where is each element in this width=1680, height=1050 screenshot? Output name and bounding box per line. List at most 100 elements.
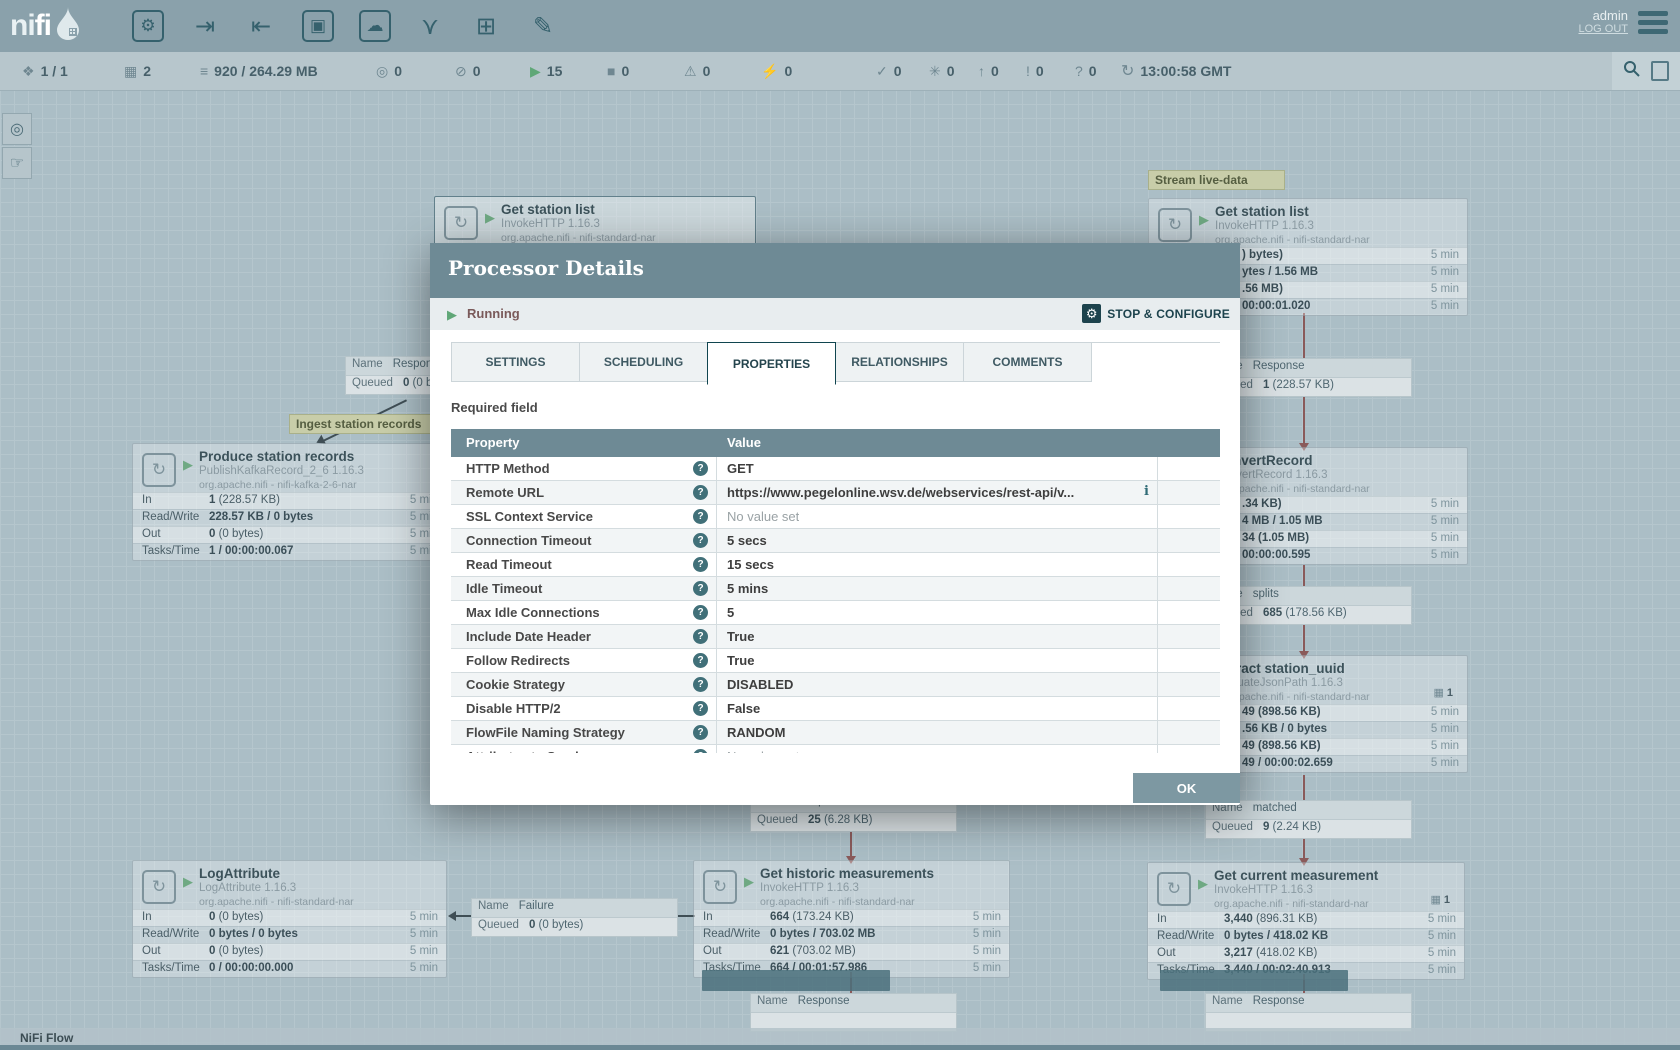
label-stream-live-data[interactable]: Stream live-data [1148, 170, 1285, 190]
status-active-threads: ▦2 [124, 52, 151, 90]
tool-template-icon[interactable]: ⊞ [468, 8, 504, 44]
property-help-icon[interactable]: ? [693, 461, 708, 476]
property-value-cell[interactable]: RANDOM [717, 721, 1158, 744]
logout-link[interactable]: LOG OUT [1578, 23, 1628, 35]
refresh-status[interactable]: ↻ 13:00:58 GMT [1121, 52, 1231, 90]
property-extra-cell [1158, 721, 1220, 744]
transmitting-count: 0 [394, 63, 402, 79]
property-extra-cell [1158, 601, 1220, 624]
global-menu-button[interactable] [1638, 11, 1668, 38]
property-help-icon[interactable]: ? [693, 629, 708, 644]
property-value-cell[interactable]: 5 secs [717, 529, 1158, 552]
breadcrumb-root[interactable]: NiFi Flow [20, 1031, 73, 1045]
status-queued: ≡920 / 264.29 MB [200, 52, 318, 90]
tool-processor-icon[interactable]: ⚙ [130, 8, 166, 44]
processor-type: InvokeHTTP 1.16.3 [760, 882, 859, 894]
stop-and-configure-button[interactable]: ⚙ STOP & CONFIGURE [1082, 304, 1230, 323]
processor-produce-station-records[interactable]: ↻▶Produce station recordsPublishKafkaRec… [132, 443, 447, 561]
processor-stat-row: Read/Write0 bytes / 418.02 KB 5 min [1148, 928, 1464, 945]
property-value-cell[interactable]: DISABLED [717, 673, 1158, 696]
processor-stat-row: In3,440 (896.31 KB)5 min [1148, 911, 1464, 928]
property-help-icon[interactable]: ? [693, 605, 708, 620]
stopped-count: 0 [621, 63, 629, 79]
up-to-date-count: 0 [894, 63, 902, 79]
tab-relationships[interactable]: RELATIONSHIPS [835, 342, 964, 382]
ok-button[interactable]: OK [1133, 773, 1240, 803]
property-extra-cell [1158, 553, 1220, 576]
property-help-icon[interactable]: ? [693, 653, 708, 668]
property-value-cell[interactable]: No value set [717, 745, 1158, 753]
property-column-header: Property [451, 429, 717, 457]
properties-table-header: Property Value [451, 429, 1220, 457]
processor-type: InvokeHTTP 1.16.3 [1214, 884, 1313, 896]
processor-get-current-measurement[interactable]: ↻▶Get current measurementInvokeHTTP 1.16… [1147, 862, 1465, 980]
tool-remote-process-group-icon[interactable]: ☁ [357, 8, 393, 44]
tool-funnel-icon[interactable]: ⋎ [412, 8, 448, 44]
processor-type: LogAttribute 1.16.3 [199, 882, 296, 894]
property-value-cell[interactable]: True [717, 649, 1158, 672]
status-up-to-date: ✓0 [876, 52, 902, 90]
tab-comments[interactable]: COMMENTS [963, 342, 1092, 382]
property-value-cell[interactable]: No value set [717, 505, 1158, 528]
processor-stat-row: Tasks/Time0 / 00:00:00.000 5 min [133, 960, 446, 977]
search-icon[interactable] [1623, 60, 1640, 82]
processor-get-historic-measurements[interactable]: ↻▶Get historic measurementsInvokeHTTP 1.… [693, 860, 1010, 978]
locally-modified-stale-icon: ! [1026, 63, 1030, 79]
property-help-icon[interactable]: ? [693, 701, 708, 716]
processor-log-attribute[interactable]: ↻▶LogAttributeLogAttribute 1.16.3org.apa… [132, 860, 447, 978]
up-to-date-icon: ✓ [876, 63, 888, 80]
navigate-palette-toggle[interactable]: ◎ [2, 113, 32, 145]
tool-process-group-icon[interactable]: ▣ [300, 8, 336, 44]
property-help-icon[interactable]: ? [693, 485, 708, 500]
property-extra-cell [1158, 577, 1220, 600]
queue-count-row: Queued9 (2.24 KB) [1206, 819, 1411, 838]
property-extra-cell [1158, 481, 1220, 504]
stale-icon: ↑ [978, 63, 985, 79]
property-extra-cell [1158, 673, 1220, 696]
property-value-cell[interactable]: False [717, 697, 1158, 720]
operate-palette-toggle[interactable]: ☞ [2, 147, 32, 179]
tab-properties[interactable]: PROPERTIES [707, 342, 836, 385]
info-icon[interactable]: i [1144, 484, 1149, 499]
status-invalid: ⚠0 [684, 52, 710, 90]
property-row: Remote URL?https://www.pegelonline.wsv.d… [451, 481, 1220, 505]
not-transmitting-count: 0 [473, 63, 481, 79]
tool-output-port-icon[interactable]: ⇤ [243, 8, 279, 44]
processor-stats: In0 (0 bytes)5 minRead/Write0 bytes / 0 … [133, 909, 446, 977]
tool-input-port-icon[interactable]: ⇥ [187, 8, 223, 44]
property-help-icon[interactable]: ? [693, 749, 708, 753]
q-response-bottom-right[interactable]: NameResponse [1205, 993, 1412, 1032]
required-field-note: Required field [451, 400, 538, 415]
bulletin-panel-icon[interactable] [1651, 61, 1669, 81]
property-value-cell[interactable]: 5 [717, 601, 1158, 624]
q-failure[interactable]: NameFailureQueued0 (0 bytes) [471, 898, 678, 937]
property-help-icon[interactable]: ? [693, 581, 708, 596]
tool-label-icon[interactable]: ✎ [525, 8, 561, 44]
refresh-icon[interactable]: ↻ [1121, 61, 1134, 81]
queue-count-row: Queued0 (0 bytes) [472, 917, 677, 936]
tab-scheduling[interactable]: SCHEDULING [579, 342, 708, 382]
property-help-icon[interactable]: ? [693, 725, 708, 740]
queued-count: 920 / 264.29 MB [214, 63, 318, 79]
property-help-icon[interactable]: ? [693, 557, 708, 572]
property-value-cell[interactable]: GET [717, 457, 1158, 480]
property-value-cell[interactable]: 5 mins [717, 577, 1158, 600]
property-extra-cell [1158, 529, 1220, 552]
tab-settings[interactable]: SETTINGS [451, 342, 580, 382]
sync-failure-icon: ? [1075, 63, 1083, 79]
status-stale: ↑0 [978, 52, 999, 90]
q-response-bottom-center[interactable]: NameResponse [750, 993, 957, 1032]
property-value-cell[interactable]: True [717, 625, 1158, 648]
property-value-cell[interactable]: 15 secs [717, 553, 1158, 576]
property-help-icon[interactable]: ? [693, 677, 708, 692]
processor-stat-row: Out0 (0 bytes)5 min [133, 943, 446, 960]
property-value-cell[interactable]: https://www.pegelonline.wsv.de/webservic… [717, 481, 1158, 504]
properties-table: Property Value HTTP Method?GETRemote URL… [451, 429, 1220, 753]
property-help-icon[interactable]: ? [693, 509, 708, 524]
selected-connection-bar [702, 970, 890, 991]
property-help-icon[interactable]: ? [693, 533, 708, 548]
processor-name: LogAttribute [199, 866, 280, 881]
q-matched[interactable]: NamematchedQueued9 (2.24 KB) [1205, 800, 1412, 839]
property-name-cell: SSL Context Service? [451, 505, 717, 528]
property-row: Idle Timeout?5 mins [451, 577, 1220, 601]
